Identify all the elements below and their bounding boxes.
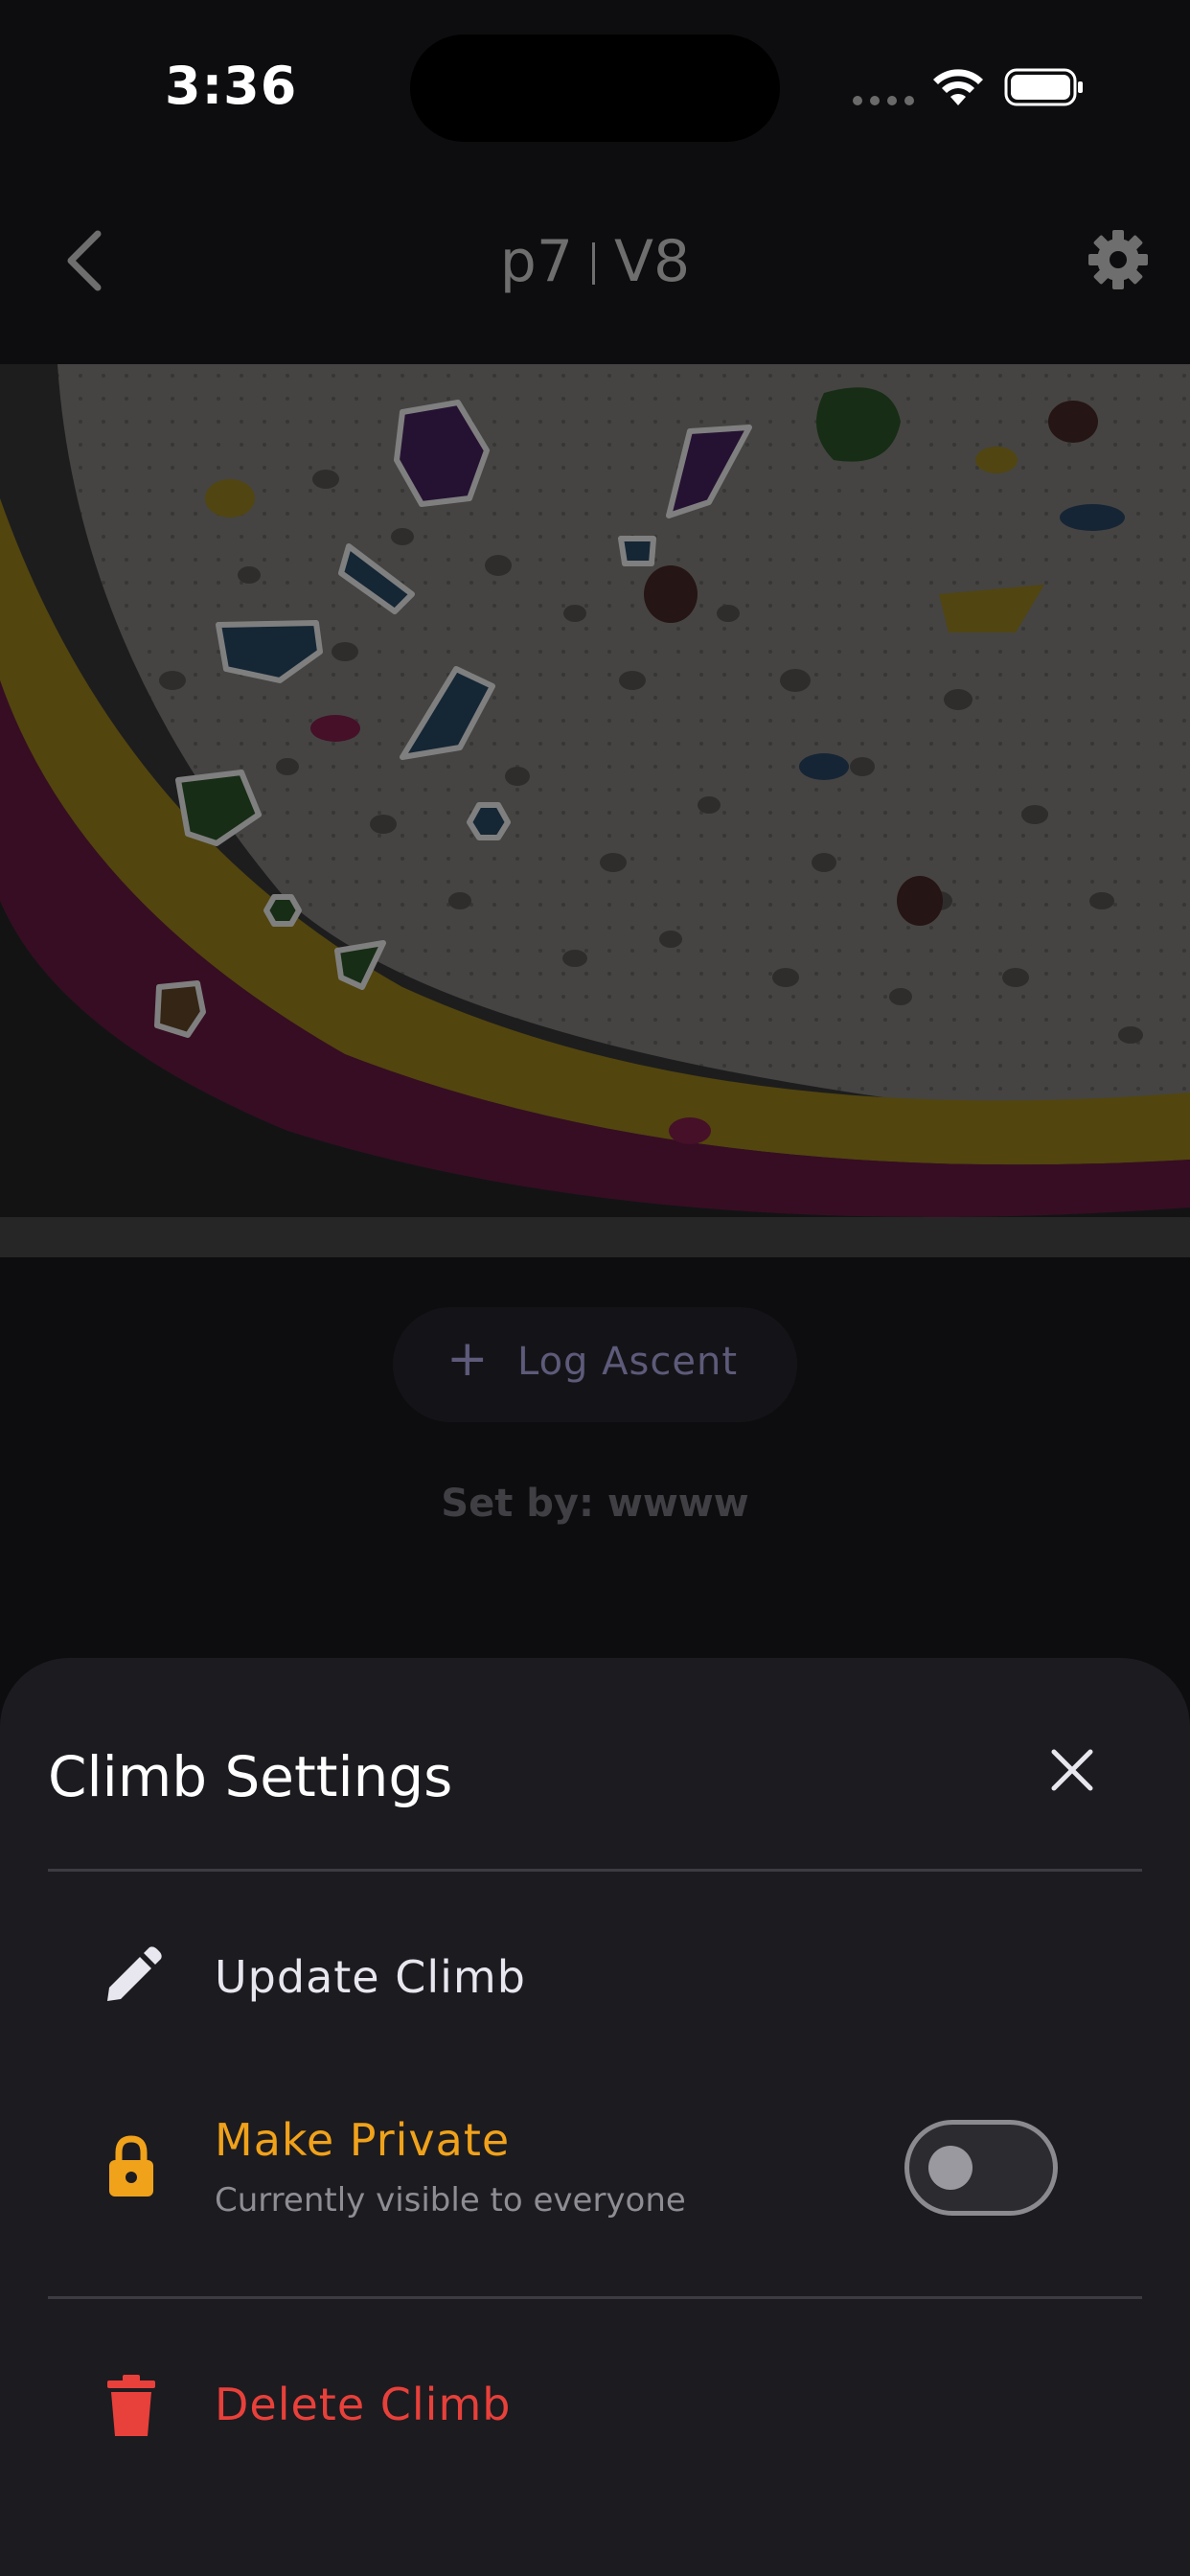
dynamic-island bbox=[410, 34, 780, 142]
visibility-status-text: Currently visible to everyone bbox=[215, 2181, 686, 2220]
page-title: p7 V8 bbox=[0, 228, 1190, 295]
climb-image[interactable] bbox=[0, 364, 1190, 1257]
climb-name: p7 bbox=[499, 228, 574, 295]
close-icon[interactable] bbox=[1041, 1738, 1104, 1802]
make-private-toggle[interactable] bbox=[904, 2120, 1058, 2216]
cellular-signal-icon bbox=[853, 96, 914, 109]
wifi-icon bbox=[933, 69, 983, 105]
toggle-knob bbox=[928, 2146, 973, 2190]
sheet-divider-bottom bbox=[48, 2296, 1142, 2299]
status-time: 3:36 bbox=[165, 56, 298, 116]
lock-icon bbox=[109, 2135, 153, 2196]
trash-icon bbox=[107, 2375, 155, 2436]
log-ascent-button[interactable]: + Log Ascent bbox=[393, 1307, 797, 1422]
pencil-icon bbox=[107, 1946, 162, 2001]
make-private-label: Make Private bbox=[215, 2114, 511, 2166]
delete-climb-label: Delete Climb bbox=[215, 2379, 512, 2430]
sheet-divider-top bbox=[48, 1869, 1142, 1872]
gear-icon[interactable] bbox=[1087, 228, 1150, 291]
nav-bar: p7 V8 bbox=[0, 192, 1190, 326]
climb-settings-sheet: Climb Settings Update Climb Make Private… bbox=[0, 1658, 1190, 2576]
set-by-text: Set by: wwww bbox=[441, 1482, 749, 1526]
climb-grade: V8 bbox=[614, 228, 691, 295]
status-bar: 3:36 bbox=[0, 0, 1190, 172]
battery-icon bbox=[1004, 68, 1083, 106]
sheet-title: Climb Settings bbox=[48, 1744, 453, 1809]
title-separator bbox=[592, 242, 596, 285]
plus-icon: + bbox=[446, 1330, 489, 1388]
update-climb-label: Update Climb bbox=[215, 1951, 526, 2003]
image-dim-overlay bbox=[0, 364, 1190, 1257]
log-ascent-label: Log Ascent bbox=[517, 1340, 738, 1384]
